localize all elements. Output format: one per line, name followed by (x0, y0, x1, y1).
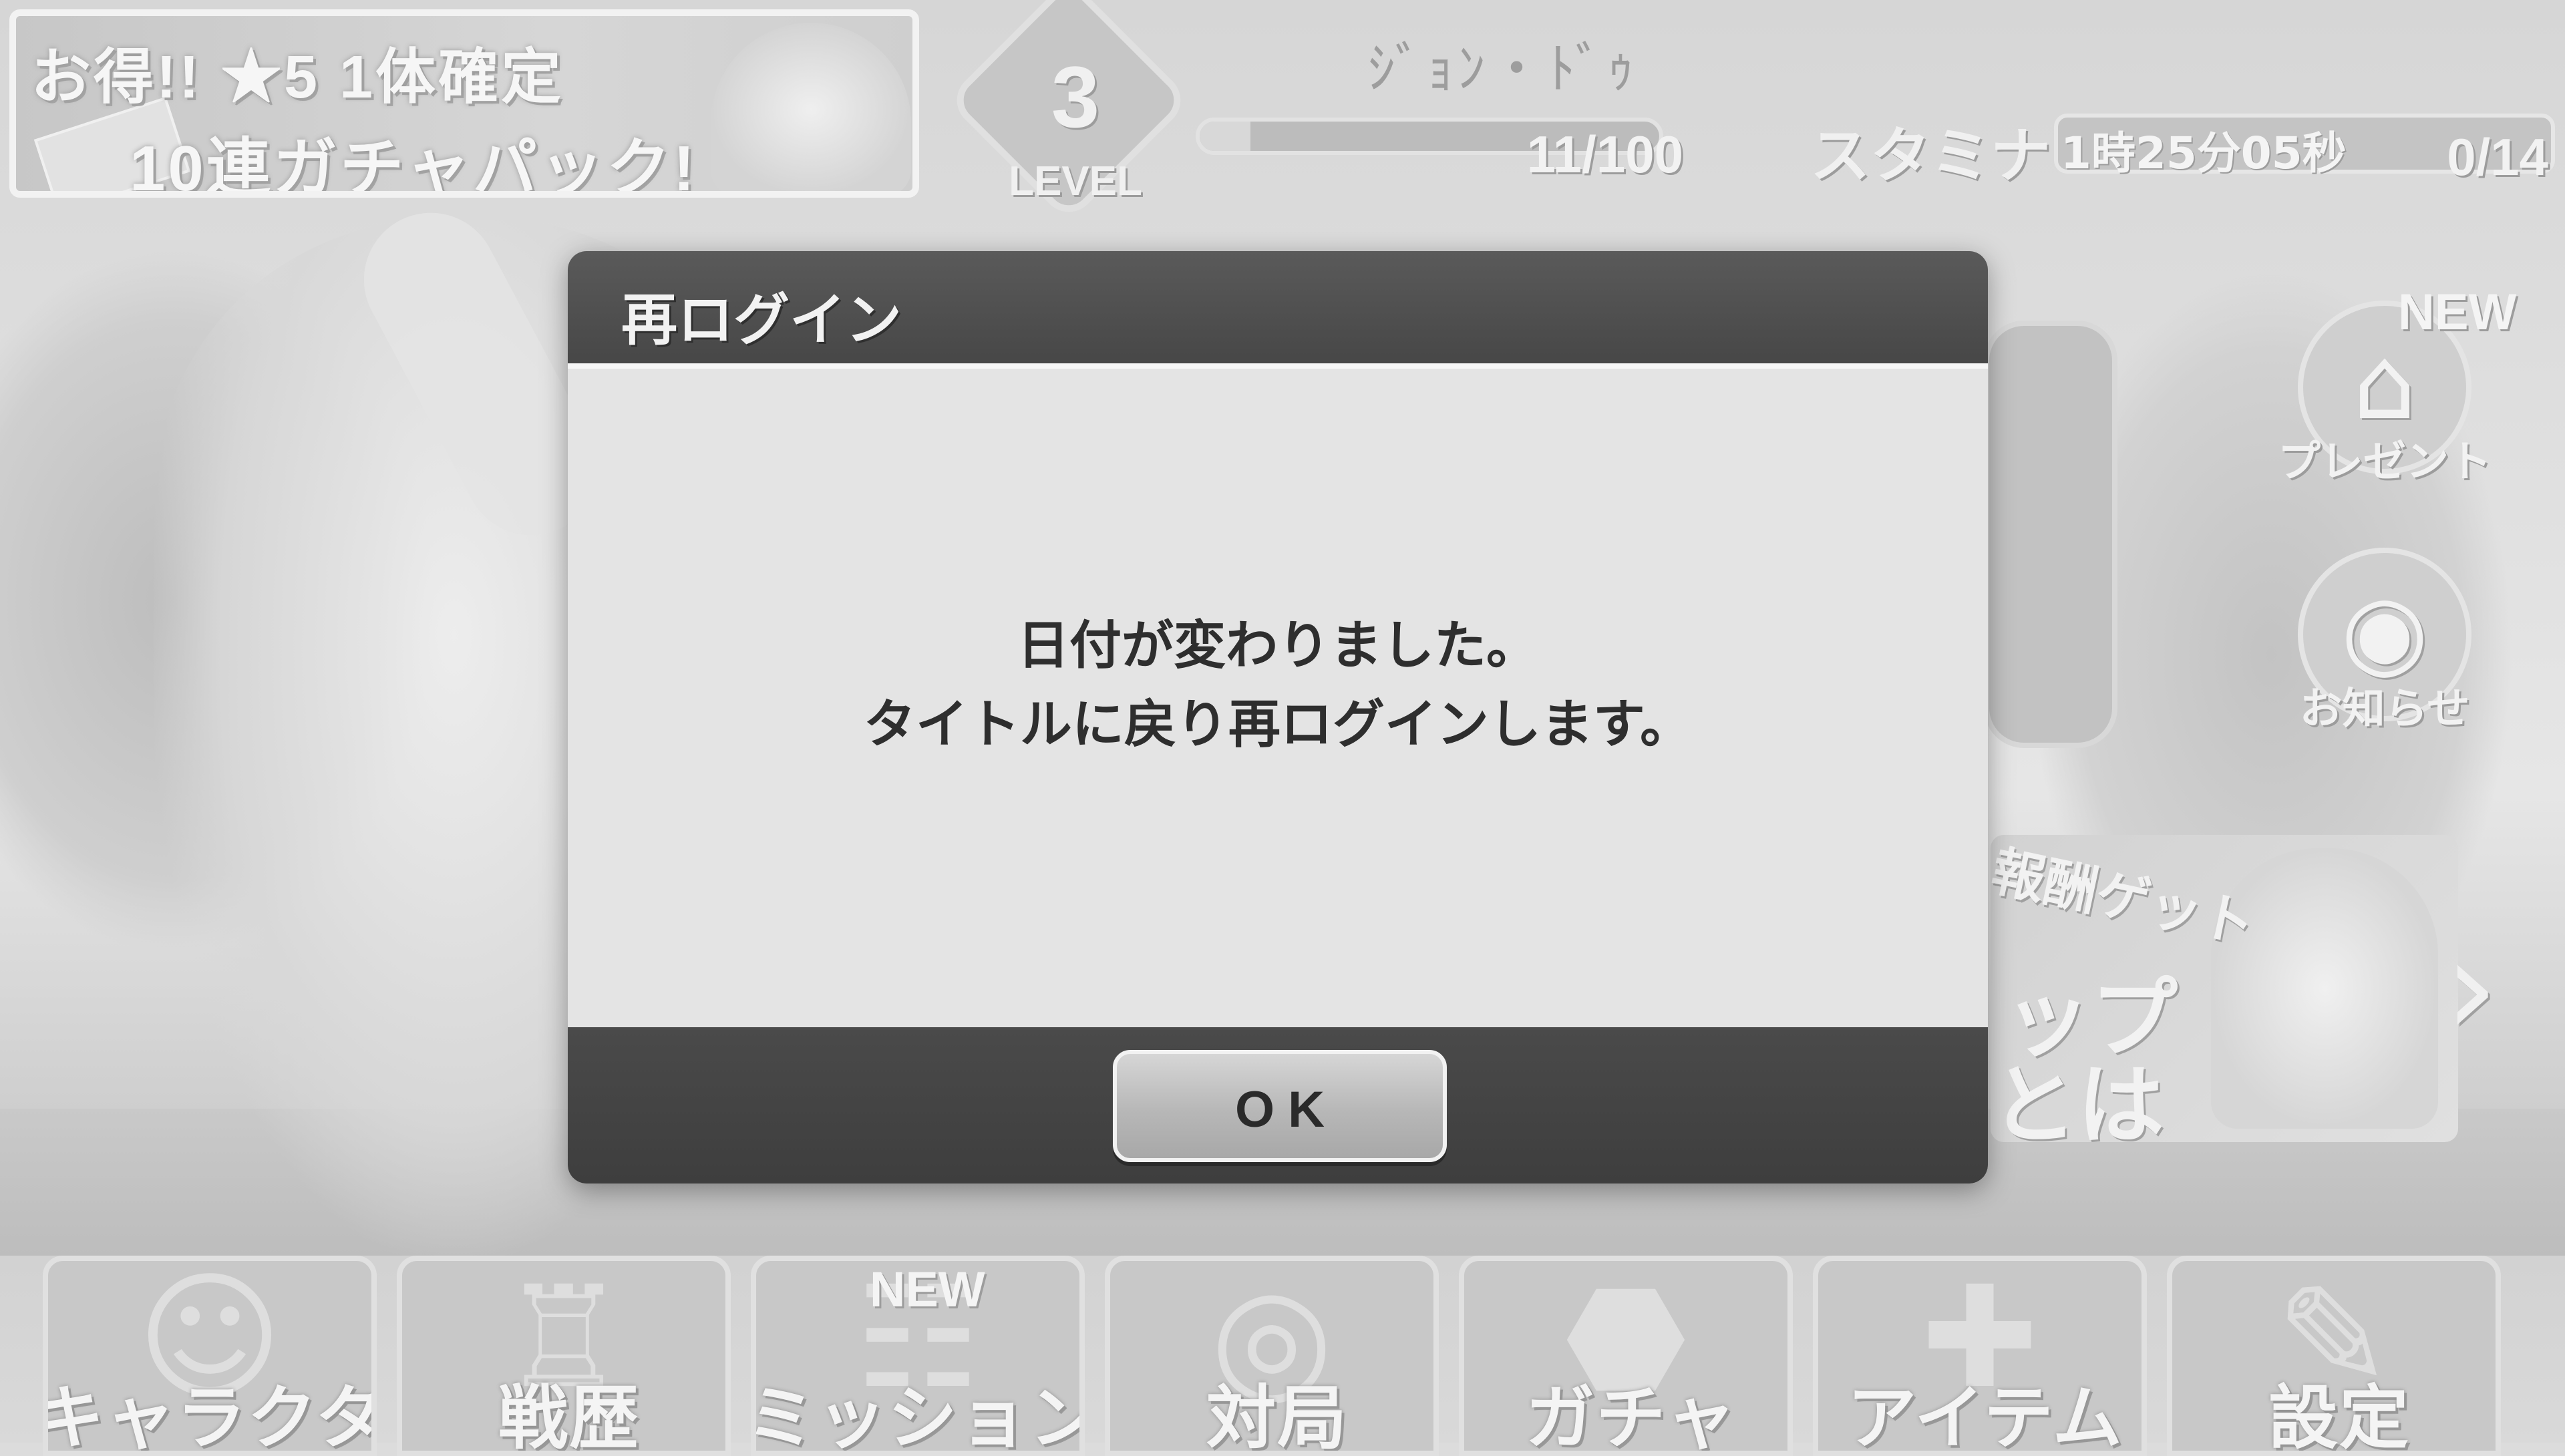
experience-text: 11/100 (1526, 125, 1683, 184)
dialog-header: 再ログイン (568, 251, 1988, 369)
event-banner[interactable]: 報酬ゲット ップ とは (1991, 835, 2458, 1142)
player-name: ｼﾞｮﾝ・ﾄﾞｩ (1367, 37, 1639, 101)
level-number: 3 (1051, 48, 1100, 146)
promo-character-image (711, 23, 911, 191)
present-label: プレゼント (2278, 437, 2492, 487)
nav-character-label: キャラクター (43, 1377, 371, 1456)
event-text-1: 報酬ゲット (1991, 840, 2260, 956)
present-new-badge: NEW (2398, 284, 2517, 341)
nav-item-label: アイテム (1847, 1377, 2123, 1456)
bottom-navigation: ☺ キャラクター ♖ 戦歴 ☷ NEW ミッション ◎ 対局 ⬣ ガチャ ✚ ア… (43, 1256, 2522, 1456)
nav-gacha[interactable]: ⬣ ガチャ (1459, 1256, 1793, 1456)
promo-text-line1: お得!! ★5 1体確定 (31, 44, 564, 111)
news-label: お知らせ (2299, 685, 2470, 734)
stamina-timer: 1時25分05秒 (2061, 128, 2347, 179)
dialog-title: 再ログイン (621, 287, 902, 353)
news-icon: ◉ (2341, 573, 2429, 689)
gift-box-icon: ⌂ (2353, 326, 2417, 442)
stamina-label: スタミナ (1810, 121, 2051, 191)
promo-banner[interactable]: お得!! ★5 1体確定 10連ガチャパック! (9, 9, 919, 198)
nav-settings[interactable]: ✎ 設定 (2167, 1256, 2501, 1456)
stamina-count: 0/14 (2447, 128, 2548, 186)
event-text-3: とは (1991, 1055, 2165, 1142)
dialog-message-line1: 日付が変わりました。 (1017, 616, 1538, 676)
nav-mission[interactable]: ☷ NEW ミッション (751, 1256, 1085, 1456)
nav-settings-label: 設定 (2268, 1377, 2410, 1456)
nav-character[interactable]: ☺ キャラクター (43, 1256, 377, 1456)
experience-bar-fill (1200, 122, 1250, 151)
nav-history[interactable]: ♖ 戦歴 (397, 1256, 731, 1456)
ok-button[interactable]: OK (1113, 1050, 1447, 1162)
level-label: LEVEL (1009, 158, 1142, 204)
dialog-message: 日付が変わりました。 タイトルに戻り再ログインします。 (568, 606, 1988, 764)
next-arrow-icon[interactable]: › (2445, 922, 2498, 1055)
nav-mission-label: ミッション (751, 1377, 1085, 1456)
nav-gacha-label: ガチャ (1525, 1377, 1737, 1456)
dialog-message-line2: タイトルに戻り再ログインします。 (863, 695, 1693, 755)
ok-button-label: OK (1235, 1081, 1338, 1138)
news-button[interactable]: ◉ お知らせ (2284, 541, 2485, 741)
promo-text-line2: 10連ガチャパック! (130, 133, 697, 198)
nav-history-label: 戦歴 (498, 1377, 640, 1456)
relogin-dialog: 再ログイン 日付が変わりました。 タイトルに戻り再ログインします。 OK (568, 251, 1988, 1184)
side-card-background (1984, 321, 2117, 748)
mission-new-badge: NEW (870, 1262, 985, 1317)
nav-item[interactable]: ✚ アイテム (1813, 1256, 2147, 1456)
nav-battle-label: 対局 (1206, 1377, 1348, 1456)
nav-battle[interactable]: ◎ 対局 (1105, 1256, 1439, 1456)
